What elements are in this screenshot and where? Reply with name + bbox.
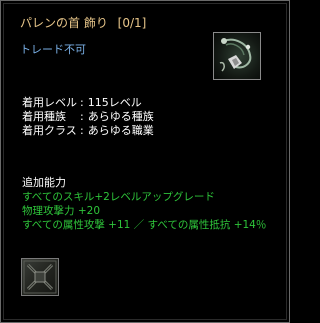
trade-status: トレード不可 — [20, 43, 86, 56]
requirement-key: 着用クラス — [22, 124, 77, 137]
requirement-race: 着用種族: あらゆる種族 — [22, 110, 154, 124]
requirement-level: 着用レベル:115レベル — [22, 96, 154, 110]
necklace-icon — [213, 32, 261, 80]
requirement-value: あらゆる職業 — [87, 124, 154, 137]
requirement-key: 着用レベル — [22, 96, 77, 109]
bonus-line: すべての属性攻撃 +11 ／ すべての属性抵抗 +14％ — [22, 219, 267, 231]
bonus-heading: 追加能力 — [22, 176, 66, 189]
requirement-value: あらゆる種族 — [87, 110, 154, 123]
bonus-line: 物理攻撃力 +20 — [22, 205, 100, 217]
requirement-separator: : — [80, 124, 84, 137]
requirement-class: 着用クラス: あらゆる職業 — [22, 124, 154, 138]
bonus-list: すべてのスキル+2レベルアップグレード 物理攻撃力 +20 すべての属性攻撃 +… — [22, 190, 266, 232]
item-title: パレンの首 飾り [0/1] — [20, 14, 146, 31]
rune-slot-icon[interactable] — [21, 258, 59, 296]
requirement-key: 着用種族 — [22, 110, 66, 123]
item-tooltip: パレンの首 飾り [0/1] トレード不可 着用レベル:115レベル 着用種族:… — [0, 0, 290, 323]
item-count: [0/1] — [117, 16, 147, 30]
item-name: パレンの首 飾り — [20, 16, 108, 30]
requirement-separator: : — [80, 96, 84, 109]
requirement-value: 115レベル — [87, 96, 142, 109]
requirement-separator: : — [80, 110, 84, 123]
requirements-list: 着用レベル:115レベル 着用種族: あらゆる種族 着用クラス: あらゆる職業 — [22, 96, 154, 138]
bonus-line: すべてのスキル+2レベルアップグレード — [22, 191, 215, 203]
